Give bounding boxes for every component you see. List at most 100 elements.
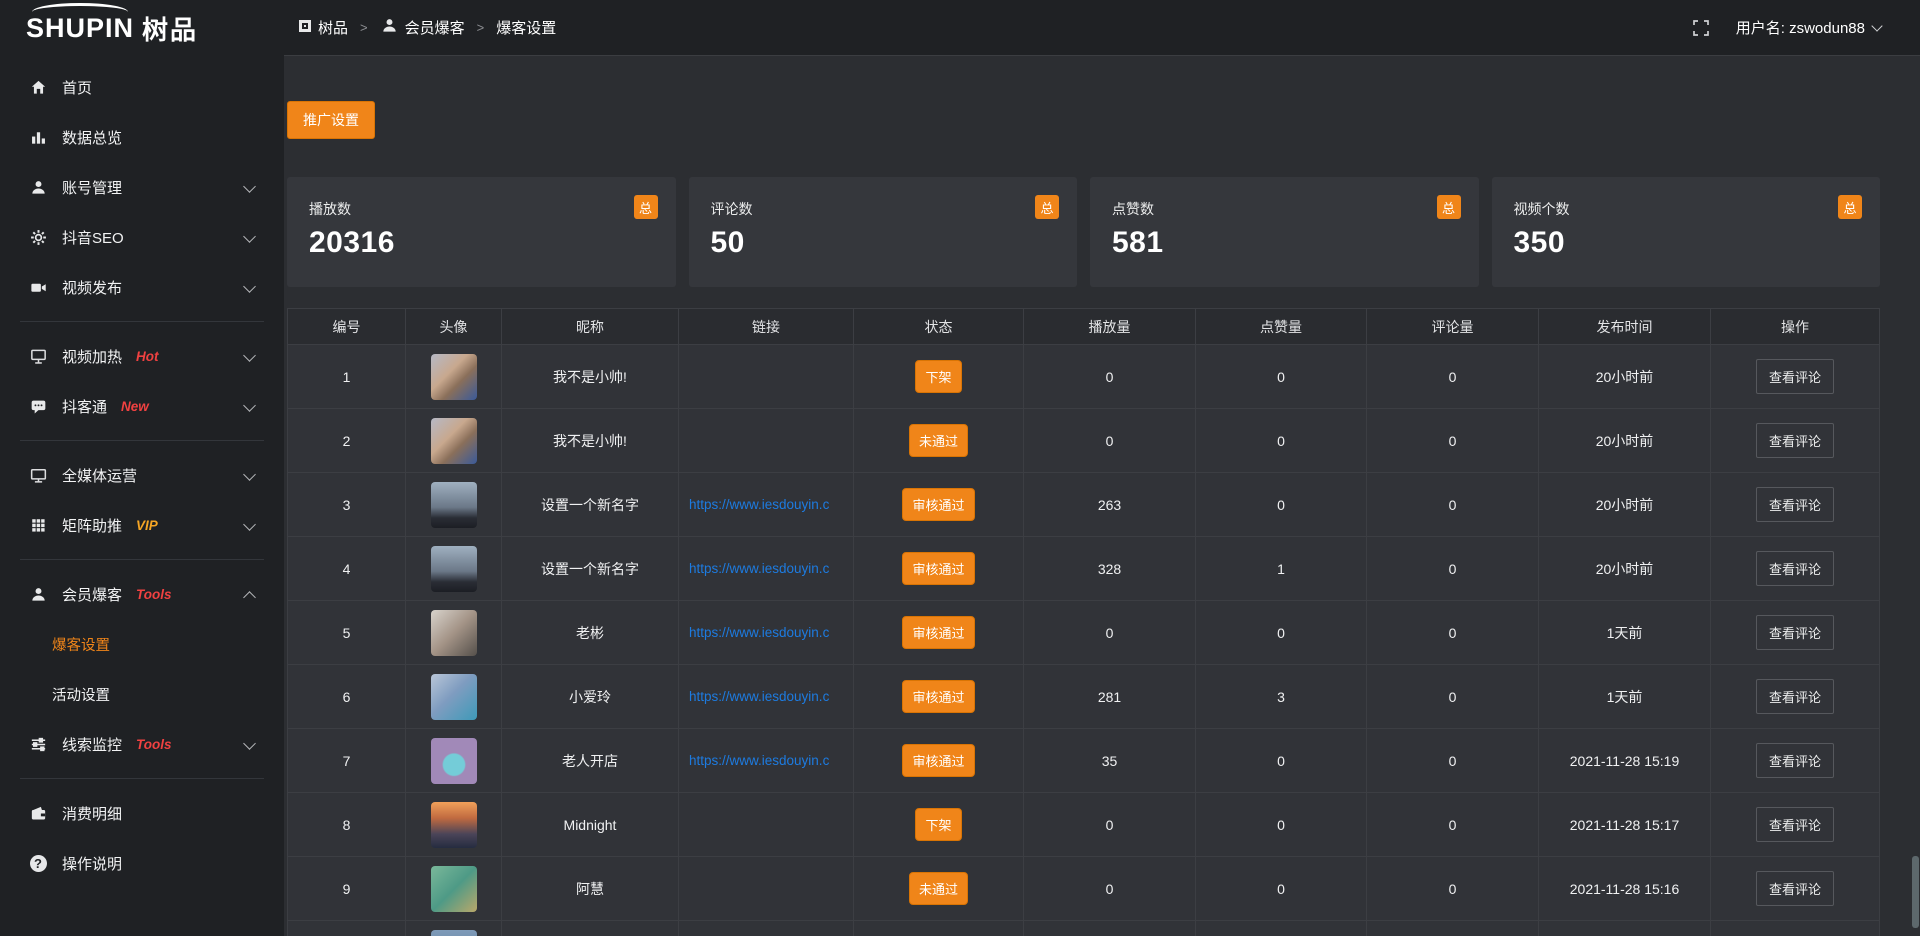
sidebar-item-gear[interactable]: 抖音SEO — [0, 212, 284, 262]
nickname-cell: 我不是小帅! — [502, 409, 679, 473]
nickname-cell: 老人开店 — [502, 729, 679, 793]
stat-total-badge: 总 — [634, 195, 658, 219]
promo-settings-button[interactable]: 推广设置 — [287, 101, 375, 139]
video-link[interactable]: https://www.iesdouyin.c — [679, 753, 853, 768]
stat-total-badge: 总 — [1838, 195, 1862, 219]
logo-arc-decoration — [32, 3, 128, 21]
status-cell: 审核通过 — [854, 729, 1024, 793]
status-cell: 未通过 — [854, 857, 1024, 921]
view-comments-button[interactable]: 查看评论 — [1756, 423, 1834, 458]
breadcrumb-item[interactable]: 树品 — [298, 17, 348, 38]
sidebar-divider — [20, 321, 264, 322]
table-row: 1我不是小帅!下架00020小时前查看评论 — [288, 345, 1880, 409]
sidebar-subitem[interactable]: 爆客设置 — [0, 619, 284, 669]
breadcrumb-label: 会员爆客 — [405, 17, 465, 38]
sidebar-item-monitor[interactable]: 全媒体运营 — [0, 450, 284, 500]
avatar-cell — [406, 473, 502, 537]
sidebar-item-home[interactable]: 首页 — [0, 62, 284, 112]
wallet-icon — [28, 803, 48, 823]
sidebar-item-member[interactable]: 会员爆客Tools — [0, 569, 284, 619]
sidebar-item-video[interactable]: 视频发布 — [0, 262, 284, 312]
likes-cell: 0 — [1196, 345, 1367, 409]
breadcrumb-item[interactable]: 爆客设置 — [496, 17, 556, 38]
avatar-cell — [406, 857, 502, 921]
table-row: 6小爱玲https://www.iesdouyin.c审核通过281301天前查… — [288, 665, 1880, 729]
status-cell: 下架 — [854, 345, 1024, 409]
nickname-cell: 阿慧 — [502, 857, 679, 921]
action-cell: 查看评论 — [1711, 345, 1880, 409]
action-cell: 查看评论 — [1711, 537, 1880, 601]
chevron-down-icon — [243, 280, 256, 293]
comments-cell: 0 — [1367, 345, 1539, 409]
sidebar-item-tag: Tools — [136, 737, 172, 752]
time-cell — [1539, 921, 1711, 936]
screen-icon — [28, 346, 48, 366]
column-header: 链接 — [679, 309, 854, 345]
plays-cell: 0 — [1024, 857, 1196, 921]
link-cell — [679, 345, 854, 409]
stat-label: 点赞数 — [1112, 199, 1461, 219]
fullscreen-icon[interactable] — [1692, 19, 1710, 37]
chevron-down-icon — [243, 737, 256, 750]
view-comments-button[interactable]: 查看评论 — [1756, 807, 1834, 842]
stat-total-badge: 总 — [1035, 195, 1059, 219]
sidebar-item-label: 抖音SEO — [62, 227, 124, 248]
column-header: 操作 — [1711, 309, 1880, 345]
grid-icon — [28, 515, 48, 535]
sidebar-item-sliders[interactable]: 线索监控 Tools — [0, 719, 284, 769]
stat-card: 播放数20316总 — [287, 177, 676, 287]
video-link[interactable]: https://www.iesdouyin.c — [679, 625, 853, 640]
sidebar-item-label: 视频发布 — [62, 277, 122, 298]
video-link[interactable]: https://www.iesdouyin.c — [679, 497, 853, 512]
records-table: 编号头像昵称链接状态播放量点赞量评论量发布时间操作 1我不是小帅!下架00020… — [287, 308, 1880, 936]
link-cell — [679, 857, 854, 921]
view-comments-button[interactable]: 查看评论 — [1756, 871, 1834, 906]
breadcrumb-item[interactable]: 会员爆客 — [380, 16, 465, 39]
link-cell: https://www.iesdouyin.c — [679, 473, 854, 537]
sidebar-item-chat[interactable]: 抖客通New — [0, 381, 284, 431]
chevron-down-icon — [243, 180, 256, 193]
table-row: 8Midnight下架0002021-11-28 15:17查看评论 — [288, 793, 1880, 857]
sidebar-item-user[interactable]: 账号管理 — [0, 162, 284, 212]
sidebar-item-label: 会员爆客 — [62, 584, 122, 605]
avatar — [431, 482, 477, 528]
sidebar-item-screen[interactable]: 视频加热Hot — [0, 331, 284, 381]
sidebar-item-label: 线索监控 — [62, 734, 122, 755]
sidebar-subitem[interactable]: 活动设置 — [0, 669, 284, 719]
stat-label: 播放数 — [309, 199, 658, 219]
user-menu[interactable]: 用户名: zswodun88 — [1736, 17, 1881, 38]
avatar — [431, 354, 477, 400]
sidebar-item-tag: Hot — [136, 349, 159, 364]
video-link[interactable]: https://www.iesdouyin.c — [679, 561, 853, 576]
sidebar-item-chart[interactable]: 数据总览 — [0, 112, 284, 162]
likes-cell: 0 — [1196, 473, 1367, 537]
sidebar-item-label: 操作说明 — [62, 853, 122, 874]
sidebar-item-wallet[interactable]: 消费明细 — [0, 788, 284, 838]
view-comments-button[interactable]: 查看评论 — [1756, 679, 1834, 714]
time-cell: 1天前 — [1539, 601, 1711, 665]
table-row: 5老彬https://www.iesdouyin.c审核通过0001天前查看评论 — [288, 601, 1880, 665]
username-label: 用户名: zswodun88 — [1736, 17, 1865, 38]
status-cell: 审核通过 — [854, 537, 1024, 601]
page-scrollbar-thumb[interactable] — [1912, 856, 1919, 928]
sidebar-item-help[interactable]: ?操作说明 — [0, 838, 284, 888]
action-cell: 查看评论 — [1711, 857, 1880, 921]
sidebar-item-label: 矩阵助推 — [62, 515, 122, 536]
stat-value: 581 — [1112, 226, 1461, 260]
avatar-cell — [406, 793, 502, 857]
view-comments-button[interactable]: 查看评论 — [1756, 743, 1834, 778]
view-comments-button[interactable]: 查看评论 — [1756, 359, 1834, 394]
avatar — [431, 546, 477, 592]
stat-label: 视频个数 — [1514, 199, 1863, 219]
view-comments-button[interactable]: 查看评论 — [1756, 487, 1834, 522]
video-link[interactable]: https://www.iesdouyin.c — [679, 689, 853, 704]
sidebar-item-grid[interactable]: 矩阵助推VIP — [0, 500, 284, 550]
column-header: 昵称 — [502, 309, 679, 345]
column-header: 编号 — [288, 309, 406, 345]
column-header: 点赞量 — [1196, 309, 1367, 345]
topbar: 树品>会员爆客>爆客设置 用户名: zswodun88 — [284, 0, 1920, 56]
column-header: 发布时间 — [1539, 309, 1711, 345]
view-comments-button[interactable]: 查看评论 — [1756, 615, 1834, 650]
main-column: 树品>会员爆客>爆客设置 用户名: zswodun88 推广设置 播放数2031… — [284, 0, 1920, 936]
view-comments-button[interactable]: 查看评论 — [1756, 551, 1834, 586]
